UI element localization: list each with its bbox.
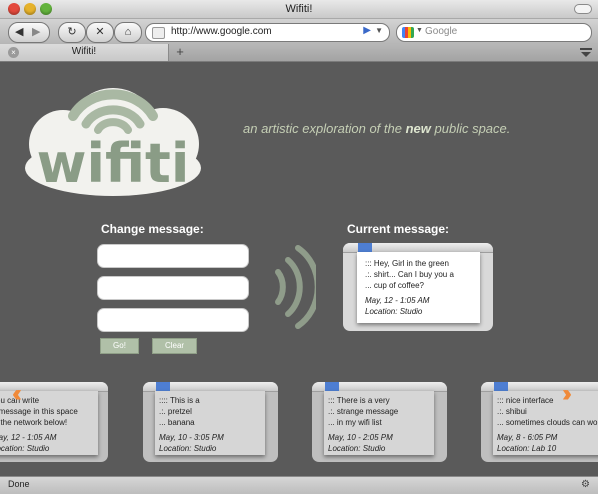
history-card[interactable]: you can write a message in this space in… [0,382,108,462]
reload-icon: ↻ [67,26,77,38]
window-title: Wifiti! [285,3,313,15]
current-message-line-3: ... cup of coffee? [365,281,425,290]
message-line-2-input[interactable] [97,276,249,300]
current-message-location: Location: Studio [365,307,423,316]
tab-menu-icon[interactable] [580,48,592,57]
current-message-card: ::: Hey, Girl in the green .:. shirt... … [343,243,493,331]
tab-label: Wifiti! [71,46,97,57]
scroll-right-icon[interactable]: ›› [562,380,572,408]
window-titlebar: Wifiti! [0,0,598,19]
wifiti-logo: wifiti [25,88,201,196]
current-message-date: May, 12 - 1:05 AM [365,296,430,305]
toolbar-toggle-button[interactable] [574,4,592,14]
gear-icon[interactable]: ⚙ [581,479,590,490]
tab-bar: × Wifiti! + [0,44,598,62]
browser-toolbar: ◀ ▶ ↻ ✕ ⌂ http://www.google.com ▶ ▼ ▼ Go… [0,19,598,44]
home-button[interactable]: ⌂ [114,22,142,43]
message-line-1-input[interactable] [97,244,249,268]
current-message-title: Current message: [347,222,450,236]
back-forward-group: ◀ ▶ [8,22,50,43]
history-paper: ::: nice interface .:. shibui ... someti… [493,391,598,455]
current-message-paper: ::: Hey, Girl in the green .:. shirt... … [357,252,480,323]
history-date: May, 8 - 6:05 PM [497,433,558,442]
reload-button[interactable]: ↻ [58,22,86,43]
wifi-icon [325,382,339,391]
current-message-line-1: ::: Hey, Girl in the green [365,259,449,268]
stop-button[interactable]: ✕ [86,22,114,43]
current-message-line-2: .:. shirt... Can I buy you a [365,270,454,279]
history-location: Location: Lab 10 [497,444,557,453]
back-arrow-icon[interactable]: ◀ [15,25,23,38]
history-line: ... in my wifi list [328,418,382,427]
search-placeholder: Google [425,26,458,37]
history-card[interactable]: :::: This is a .:. pretzel ... banana Ma… [143,382,278,462]
history-card[interactable]: ::: There is a very .:. strange message … [312,382,447,462]
history-line: :::: This is a [159,396,200,405]
status-bar: Done ⚙ [0,476,598,494]
google-icon [402,27,414,38]
history-card[interactable]: ::: nice interface .:. shibui ... someti… [481,382,598,462]
url-dropdown-icon[interactable]: ▼ [375,26,383,35]
new-tab-button[interactable]: + [171,45,189,59]
wifi-icon [494,382,508,391]
home-icon: ⌂ [124,26,132,38]
go-arrow-icon[interactable]: ▶ [363,25,371,36]
go-button[interactable]: Go! [100,338,139,354]
tagline: an artistic exploration of the new publi… [243,121,510,136]
wifi-icon [358,243,372,252]
history-date: May, 10 - 3:05 PM [159,433,224,442]
history-line: .:. strange message [328,407,399,416]
history-line: ::: There is a very [328,396,390,405]
stop-icon: ✕ [95,26,105,38]
history-line: in the network below! [0,418,68,427]
url-text: http://www.google.com [171,26,272,37]
history-line: ... banana [159,418,195,427]
search-engine-dropdown-icon[interactable]: ▼ [416,27,423,34]
page-content: wifiti an artistic exploration of the ne… [0,62,598,476]
history-date: May, 12 - 1:05 AM [0,433,57,442]
tab-wifiti[interactable]: × Wifiti! [0,44,169,61]
page-favicon-icon [152,27,165,39]
wifi-waves-icon [275,245,316,329]
tagline-bold: new [405,121,431,136]
svg-text:wifiti: wifiti [37,132,190,195]
history-location: Location: Studio [0,444,50,453]
history-line: .:. shibui [497,407,527,416]
scroll-left-icon[interactable]: ‹‹ [12,380,22,408]
history-paper: :::: This is a .:. pretzel ... banana Ma… [155,391,265,455]
history-location: Location: Studio [159,444,217,453]
message-line-3-input[interactable] [97,308,249,332]
history-line: .:. pretzel [159,407,192,416]
search-field[interactable]: ▼ Google [396,23,592,42]
change-message-title: Change message: [101,222,204,236]
clear-button[interactable]: Clear [152,338,197,354]
url-field[interactable]: http://www.google.com ▶ ▼ [145,23,390,42]
history-line: ::: nice interface [497,396,554,405]
status-text: Done [8,479,30,489]
history-paper: ::: There is a very .:. strange message … [324,391,434,455]
history-location: Location: Studio [328,444,386,453]
history-date: May, 10 - 2:05 PM [328,433,393,442]
history-line: ... sometimes clouds can wo [497,418,598,427]
wifi-icon [156,382,170,391]
tagline-pre: an artistic exploration of the [243,121,406,136]
tagline-post: public space. [430,121,511,136]
forward-arrow-icon[interactable]: ▶ [32,25,40,38]
